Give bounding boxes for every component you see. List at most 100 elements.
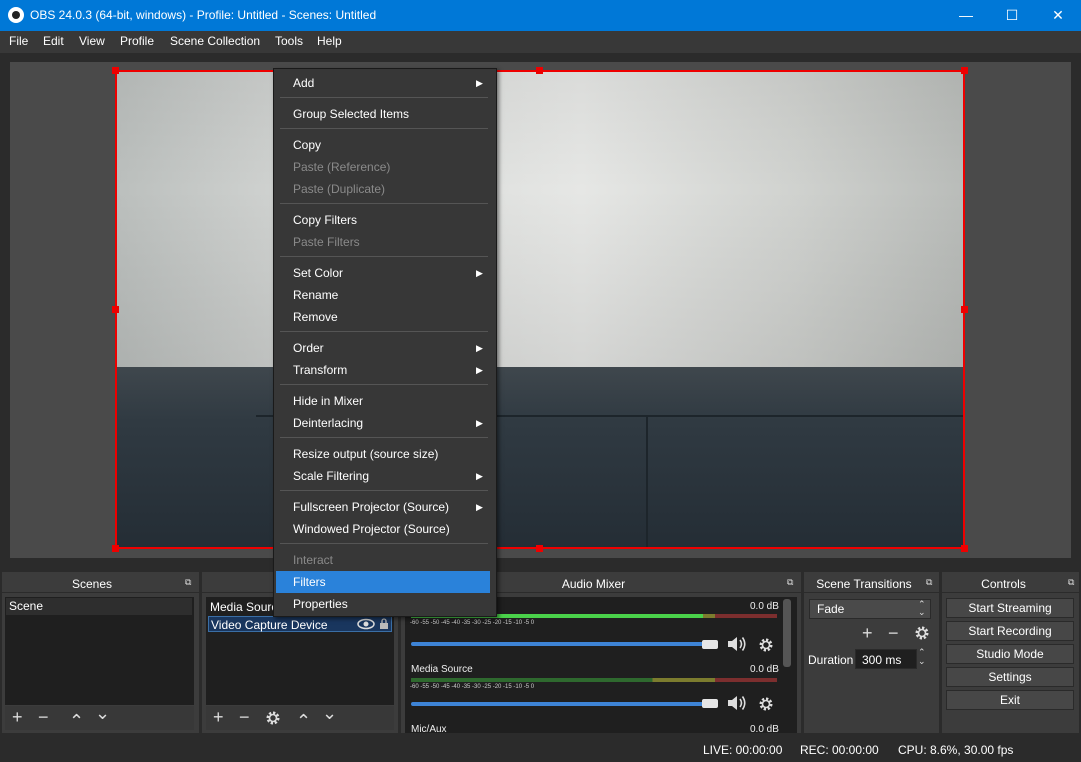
speaker-icon[interactable] <box>726 635 748 653</box>
scenes-float-icon[interactable]: ⧉ <box>185 577 191 588</box>
transition-properties-gear-icon[interactable] <box>913 624 931 642</box>
resize-handle-left[interactable] <box>112 306 119 313</box>
move-scene-down-icon[interactable]: ⌄ <box>95 704 110 722</box>
ctx-item-interact: Interact <box>293 553 334 567</box>
menu-help[interactable]: Help <box>317 34 342 48</box>
volume-slider[interactable] <box>411 702 711 706</box>
submenu-arrow-icon: ▶ <box>476 418 483 428</box>
ctx-item-group-selected[interactable]: Group Selected Items <box>276 103 490 125</box>
menu-separator <box>280 543 488 544</box>
ctx-item-set-color[interactable]: Set Color <box>276 262 490 284</box>
transition-select-chevron-icon[interactable]: ⌃ ⌄ <box>918 600 926 617</box>
ctx-item-fullscreen-projector[interactable]: Fullscreen Projector (Source) <box>276 496 490 518</box>
visibility-eye-icon[interactable] <box>357 617 375 631</box>
resize-handle-bottom-left[interactable] <box>112 545 119 552</box>
audio-mixer-panel: 0.0 dB -60 -55 -50 -45 -40 -35 -30 -25 -… <box>405 597 797 733</box>
lock-icon[interactable] <box>378 618 390 630</box>
ctx-item-paste-reference: Paste (Reference) <box>293 160 391 174</box>
resize-handle-top-right[interactable] <box>961 67 968 74</box>
ctx-item-properties[interactable]: Properties <box>276 593 490 615</box>
ctx-item-rename[interactable]: Rename <box>276 284 490 306</box>
audio-mixer-float-icon[interactable]: ⧉ <box>787 577 793 588</box>
scene-transitions-dock-title: Scene Transitions <box>816 577 912 591</box>
remove-scene-icon[interactable]: − <box>38 708 49 726</box>
scenes-dock-title: Scenes <box>71 577 113 591</box>
resize-handle-top-left[interactable] <box>112 67 119 74</box>
move-source-up-icon[interactable]: ⌃ <box>296 712 311 730</box>
live-status: LIVE: 00:00:00 <box>703 743 783 757</box>
ctx-item-order[interactable]: Order <box>276 337 490 359</box>
ctx-item-deinterlacing[interactable]: Deinterlacing <box>276 412 490 434</box>
menu-file[interactable]: File <box>9 34 28 48</box>
rec-status: REC: 00:00:00 <box>800 743 879 757</box>
menu-separator <box>280 256 488 257</box>
menu-bar <box>0 31 1081 53</box>
menu-separator <box>280 128 488 129</box>
minimize-button[interactable]: — <box>943 0 989 31</box>
submenu-arrow-icon: ▶ <box>476 502 483 512</box>
ctx-item-paste-filters: Paste Filters <box>293 235 360 249</box>
duration-input-value: 300 ms <box>862 653 902 667</box>
volume-slider[interactable] <box>411 642 711 646</box>
submenu-arrow-icon: ▶ <box>476 343 483 353</box>
menu-view[interactable]: View <box>79 34 105 48</box>
menu-edit[interactable]: Edit <box>43 34 64 48</box>
exit-button[interactable]: Exit <box>946 690 1074 710</box>
move-scene-up-icon[interactable]: ⌃ <box>69 712 84 730</box>
add-scene-icon[interactable]: + <box>12 708 23 726</box>
speaker-icon[interactable] <box>726 694 748 712</box>
menu-profile[interactable]: Profile <box>120 34 154 48</box>
scene-transitions-float-icon[interactable]: ⧉ <box>926 577 932 588</box>
resize-handle-bottom[interactable] <box>536 545 543 552</box>
start-recording-button[interactable]: Start Recording <box>946 621 1074 641</box>
resize-handle-bottom-right[interactable] <box>961 545 968 552</box>
audio-mixer-scrollbar[interactable] <box>783 599 791 667</box>
ctx-item-copy-filters[interactable]: Copy Filters <box>276 209 490 231</box>
settings-button[interactable]: Settings <box>946 667 1074 687</box>
source-selection-border[interactable] <box>115 70 965 549</box>
ctx-item-copy[interactable]: Copy <box>276 134 490 156</box>
ctx-item-paste-duplicate: Paste (Duplicate) <box>293 182 386 196</box>
ctx-item-scale-filtering[interactable]: Scale Filtering <box>276 465 490 487</box>
channel-db: 0.0 dB <box>750 724 779 733</box>
list-item[interactable]: Scene <box>6 598 192 615</box>
duration-stepper-icon[interactable]: ⌃ ⌄ <box>918 648 926 666</box>
menu-separator <box>280 437 488 438</box>
volume-slider-knob[interactable] <box>702 640 718 649</box>
volume-slider-knob[interactable] <box>702 699 718 708</box>
resize-handle-right[interactable] <box>961 306 968 313</box>
channel-name: Mic/Aux <box>411 724 447 733</box>
ctx-item-remove[interactable]: Remove <box>276 306 490 328</box>
studio-mode-button[interactable]: Studio Mode <box>946 644 1074 664</box>
menu-separator <box>280 97 488 98</box>
ctx-item-windowed-projector[interactable]: Windowed Projector (Source) <box>276 518 490 540</box>
submenu-arrow-icon: ▶ <box>476 268 483 278</box>
menu-separator <box>280 203 488 204</box>
menu-tools[interactable]: Tools <box>275 34 303 48</box>
controls-float-icon[interactable]: ⧉ <box>1068 577 1074 588</box>
meter-scale: -60 -55 -50 -45 -40 -35 -30 -25 -20 -15 … <box>410 620 535 626</box>
add-transition-icon[interactable]: + <box>862 624 873 642</box>
move-source-down-icon[interactable]: ⌄ <box>322 704 337 722</box>
ctx-item-transform[interactable]: Transform <box>276 359 490 381</box>
remove-transition-icon[interactable]: − <box>888 624 899 642</box>
source-properties-gear-icon[interactable] <box>264 709 282 727</box>
menu-separator <box>280 331 488 332</box>
ctx-item-hide-in-mixer[interactable]: Hide in Mixer <box>276 390 490 412</box>
controls-dock-title: Controls <box>981 577 1026 591</box>
start-streaming-button[interactable]: Start Streaming <box>946 598 1074 618</box>
channel-gear-icon[interactable] <box>757 695 775 713</box>
meter-scale: -60 -55 -50 -45 -40 -35 -30 -25 -20 -15 … <box>410 684 535 690</box>
maximize-button[interactable]: ☐ <box>989 0 1035 31</box>
menu-scene-collection[interactable]: Scene Collection <box>170 34 260 48</box>
resize-handle-top[interactable] <box>536 67 543 74</box>
submenu-arrow-icon: ▶ <box>476 471 483 481</box>
ctx-item-filters[interactable]: Filters <box>276 571 490 593</box>
add-source-icon[interactable]: + <box>213 708 224 726</box>
channel-gear-icon[interactable] <box>757 636 775 654</box>
ctx-item-add[interactable]: Add <box>276 72 490 94</box>
close-button[interactable]: ✕ <box>1035 0 1081 31</box>
remove-source-icon[interactable]: − <box>239 708 250 726</box>
ctx-item-resize-output[interactable]: Resize output (source size) <box>276 443 490 465</box>
submenu-arrow-icon: ▶ <box>476 365 483 375</box>
